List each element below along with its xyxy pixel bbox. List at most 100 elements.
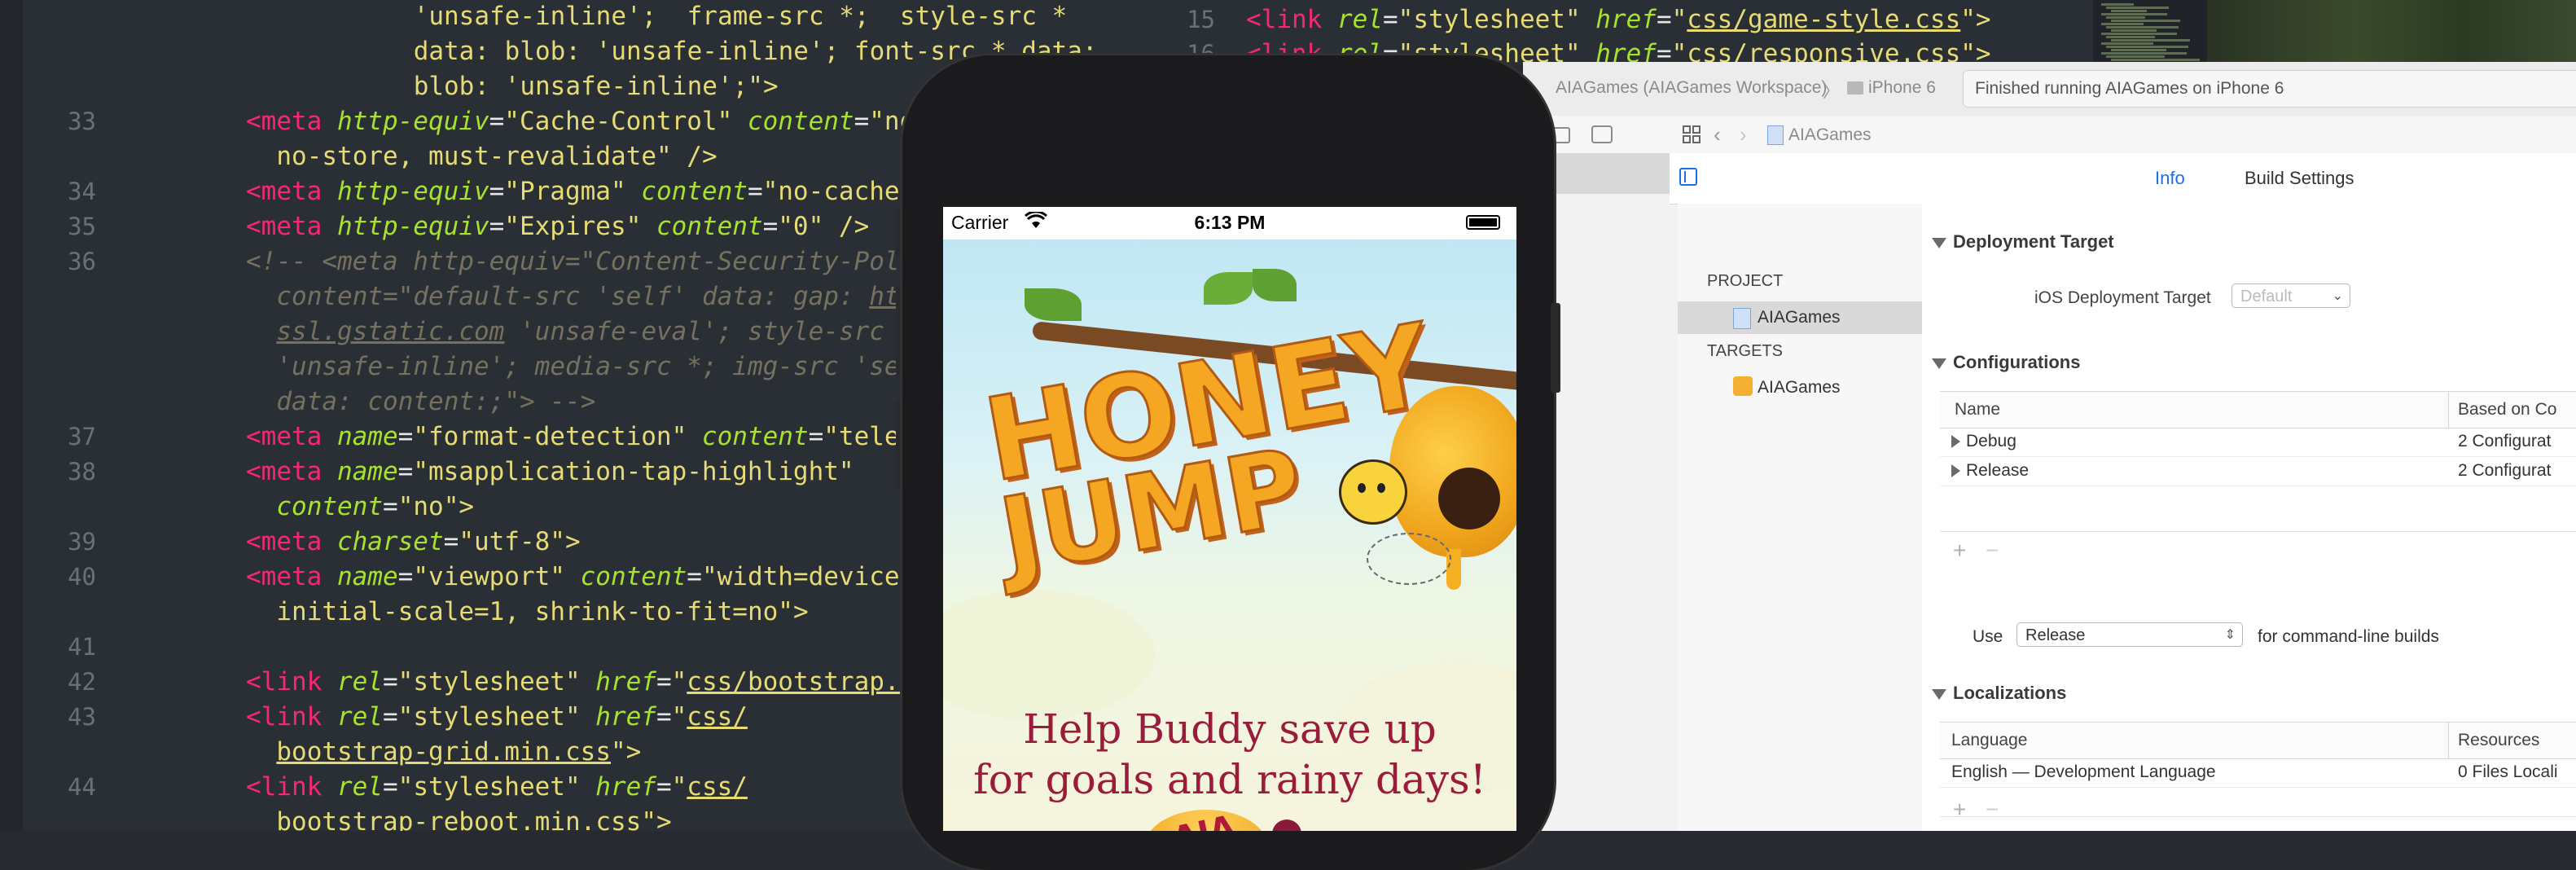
code-line[interactable]: data: content:;"> --> [276, 385, 595, 418]
code-line[interactable]: content="default-src 'self' data: gap: h… [276, 280, 945, 313]
code-line[interactable]: no-store, must-revalidate" /> [276, 140, 717, 173]
code-token: http-equiv [336, 107, 489, 136]
phone-screen[interactable]: Carrier 6:13 PM HONEY JUMP Help Buddy sa… [943, 207, 1516, 831]
table-row[interactable]: English — Development Language 0 Files L… [1940, 758, 2576, 788]
localizations-table-header: Language Resources [1940, 722, 2576, 759]
code-token: <link [246, 702, 337, 732]
col-resources[interactable]: Resources [2458, 731, 2539, 750]
code-line[interactable]: blob: 'unsafe-inline';"> [414, 70, 779, 103]
scheme-name[interactable]: AIAGames (AIAGames Workspace) [1556, 78, 1827, 98]
code-token: blob: 'unsafe-inline';"> [413, 72, 779, 101]
editor-minimap[interactable] [2093, 0, 2207, 65]
disclosure-triangle-icon[interactable] [1951, 435, 1960, 448]
code-token: <!-- <meta http-equiv="Content-Security-… [246, 247, 961, 276]
command-line-config-popup[interactable]: Release ⇕ [2016, 622, 2243, 647]
code-line[interactable]: <meta charset="utf-8"> [246, 525, 581, 558]
code-line[interactable]: bootstrap-reboot.min.css"> [276, 806, 671, 831]
code-line[interactable]: 'unsafe-inline'; media-src *; img-src 's… [276, 350, 930, 383]
minimap-line [2111, 10, 2147, 12]
code-token: <meta [246, 457, 337, 486]
comment-icon[interactable] [1591, 125, 1613, 143]
project-file-icon [1733, 308, 1751, 329]
code-line[interactable]: <link rel="stylesheet" href="css/ [246, 771, 748, 803]
code-line[interactable]: ssl.gstatic.com 'unsafe-eval'; style-src… [276, 315, 930, 348]
code-line[interactable]: 'unsafe-inline'; frame-src *; style-src … [414, 0, 1068, 33]
minimap-line [2101, 13, 2167, 15]
minimap-line [2101, 42, 2153, 45]
configurations-title: Configurations [1953, 352, 2081, 372]
grid-icon[interactable] [1683, 125, 1701, 143]
code-token: ssl.gstatic.com [276, 317, 505, 346]
code-token: http-equiv [336, 212, 489, 241]
tab-info[interactable]: Info [2155, 168, 2185, 189]
table-row[interactable]: Debug 2 Configurat [1940, 427, 2576, 457]
table-row[interactable]: Release 2 Configurat [1940, 456, 2576, 486]
code-token: css/ [687, 772, 748, 802]
line-number: 39 [68, 528, 96, 556]
sidebar-item-project[interactable]: AIAGames [1678, 301, 1922, 334]
desktop-wallpaper [2207, 0, 2576, 65]
add-configuration-button[interactable]: + [1953, 538, 1966, 564]
code-line[interactable]: <link rel="stylesheet" href="css/ [246, 701, 748, 733]
project-navigator: PROJECT AIAGames TARGETS AIAGames [1678, 204, 1923, 831]
minimap-line [2106, 7, 2169, 9]
code-token: charset [336, 527, 444, 556]
disclosure-triangle-icon[interactable] [1951, 464, 1960, 477]
device-name[interactable]: iPhone 6 [1868, 78, 1936, 98]
line-number: 35 [68, 213, 96, 240]
forward-chevron-icon[interactable]: › [1740, 122, 1747, 147]
code-line[interactable]: <meta name="msapplication-tap-highlight" [246, 455, 854, 488]
code-line[interactable]: <link rel="stylesheet" href="css/bootstr… [246, 666, 976, 698]
code-token: "Pragma" [504, 177, 642, 206]
deployment-target-popup[interactable]: Default ⌄ [2232, 283, 2350, 308]
honey-jump-game[interactable]: HONEY JUMP Help Buddy save up for goals … [943, 239, 1516, 831]
code-token: " [671, 702, 687, 732]
code-token: content [701, 422, 809, 451]
code-line[interactable]: <link rel="stylesheet" href="css/game-st… [1246, 3, 1991, 36]
beehive-shape [1389, 386, 1516, 557]
remove-configuration-button[interactable]: − [1986, 538, 1999, 564]
disclosure-triangle-icon[interactable] [1932, 689, 1946, 700]
code-token: href [595, 702, 656, 732]
code-token: "stylesheet" [397, 772, 596, 802]
code-line[interactable]: <meta http-equiv="Expires" content="0" /… [246, 210, 869, 243]
code-token: rel [336, 702, 383, 732]
col-name[interactable]: Name [1955, 400, 2000, 420]
code-token: = [382, 772, 398, 802]
jump-file-name[interactable]: AIAGames [1788, 125, 1872, 145]
code-token: bootstrap-reboot.min.css [276, 807, 642, 831]
code-line[interactable]: <meta http-equiv="Cache-Control" content… [246, 105, 991, 138]
tab-build-settings[interactable]: Build Settings [2245, 168, 2354, 189]
sidebar-item-target[interactable]: AIAGames [1678, 370, 1922, 402]
code-line[interactable]: <meta name="viewport" content="width=dev… [246, 560, 976, 593]
code-token: content [641, 177, 748, 206]
code-token: rel [1336, 5, 1383, 34]
code-line[interactable]: bootstrap-grid.min.css"> [276, 736, 641, 768]
disclosure-triangle-icon[interactable] [1932, 238, 1946, 248]
code-line[interactable]: <!-- <meta http-equiv="Content-Security-… [246, 245, 960, 278]
code-line[interactable]: <meta http-equiv="Pragma" content="no-ca… [246, 175, 960, 208]
col-language[interactable]: Language [1951, 731, 2027, 750]
code-token: "> [1960, 5, 1991, 34]
code-line[interactable]: <meta name="format-detection" content="t… [246, 420, 960, 453]
remove-localization-button[interactable]: − [1986, 797, 1999, 823]
col-based-on[interactable]: Based on Co [2458, 400, 2556, 420]
disclosure-triangle-icon[interactable] [1932, 358, 1946, 369]
aia-badge[interactable]: AIA [1145, 809, 1267, 831]
code-token: <meta [246, 562, 337, 591]
minimap-line [2101, 3, 2134, 6]
use-label: Use [1973, 627, 2003, 646]
back-chevron-icon[interactable]: ‹ [1714, 122, 1721, 147]
line-number: 40 [68, 563, 96, 591]
code-token: = [397, 562, 414, 591]
code-line[interactable]: content="no"> [276, 490, 474, 523]
add-localization-button[interactable]: + [1953, 797, 1966, 823]
localization-resources: 0 Files Locali [2458, 762, 2558, 781]
code-token: = [687, 562, 702, 591]
jump-bar: ‹ › AIAGames [1523, 116, 2576, 154]
deployment-target-value: Default [2240, 288, 2293, 305]
code-token: <meta [246, 107, 337, 136]
editor-gutter [0, 0, 23, 831]
code-line[interactable]: initial-scale=1, shrink-to-fit=no"> [276, 595, 808, 628]
sidebar-toggle-icon[interactable] [1679, 168, 1697, 186]
